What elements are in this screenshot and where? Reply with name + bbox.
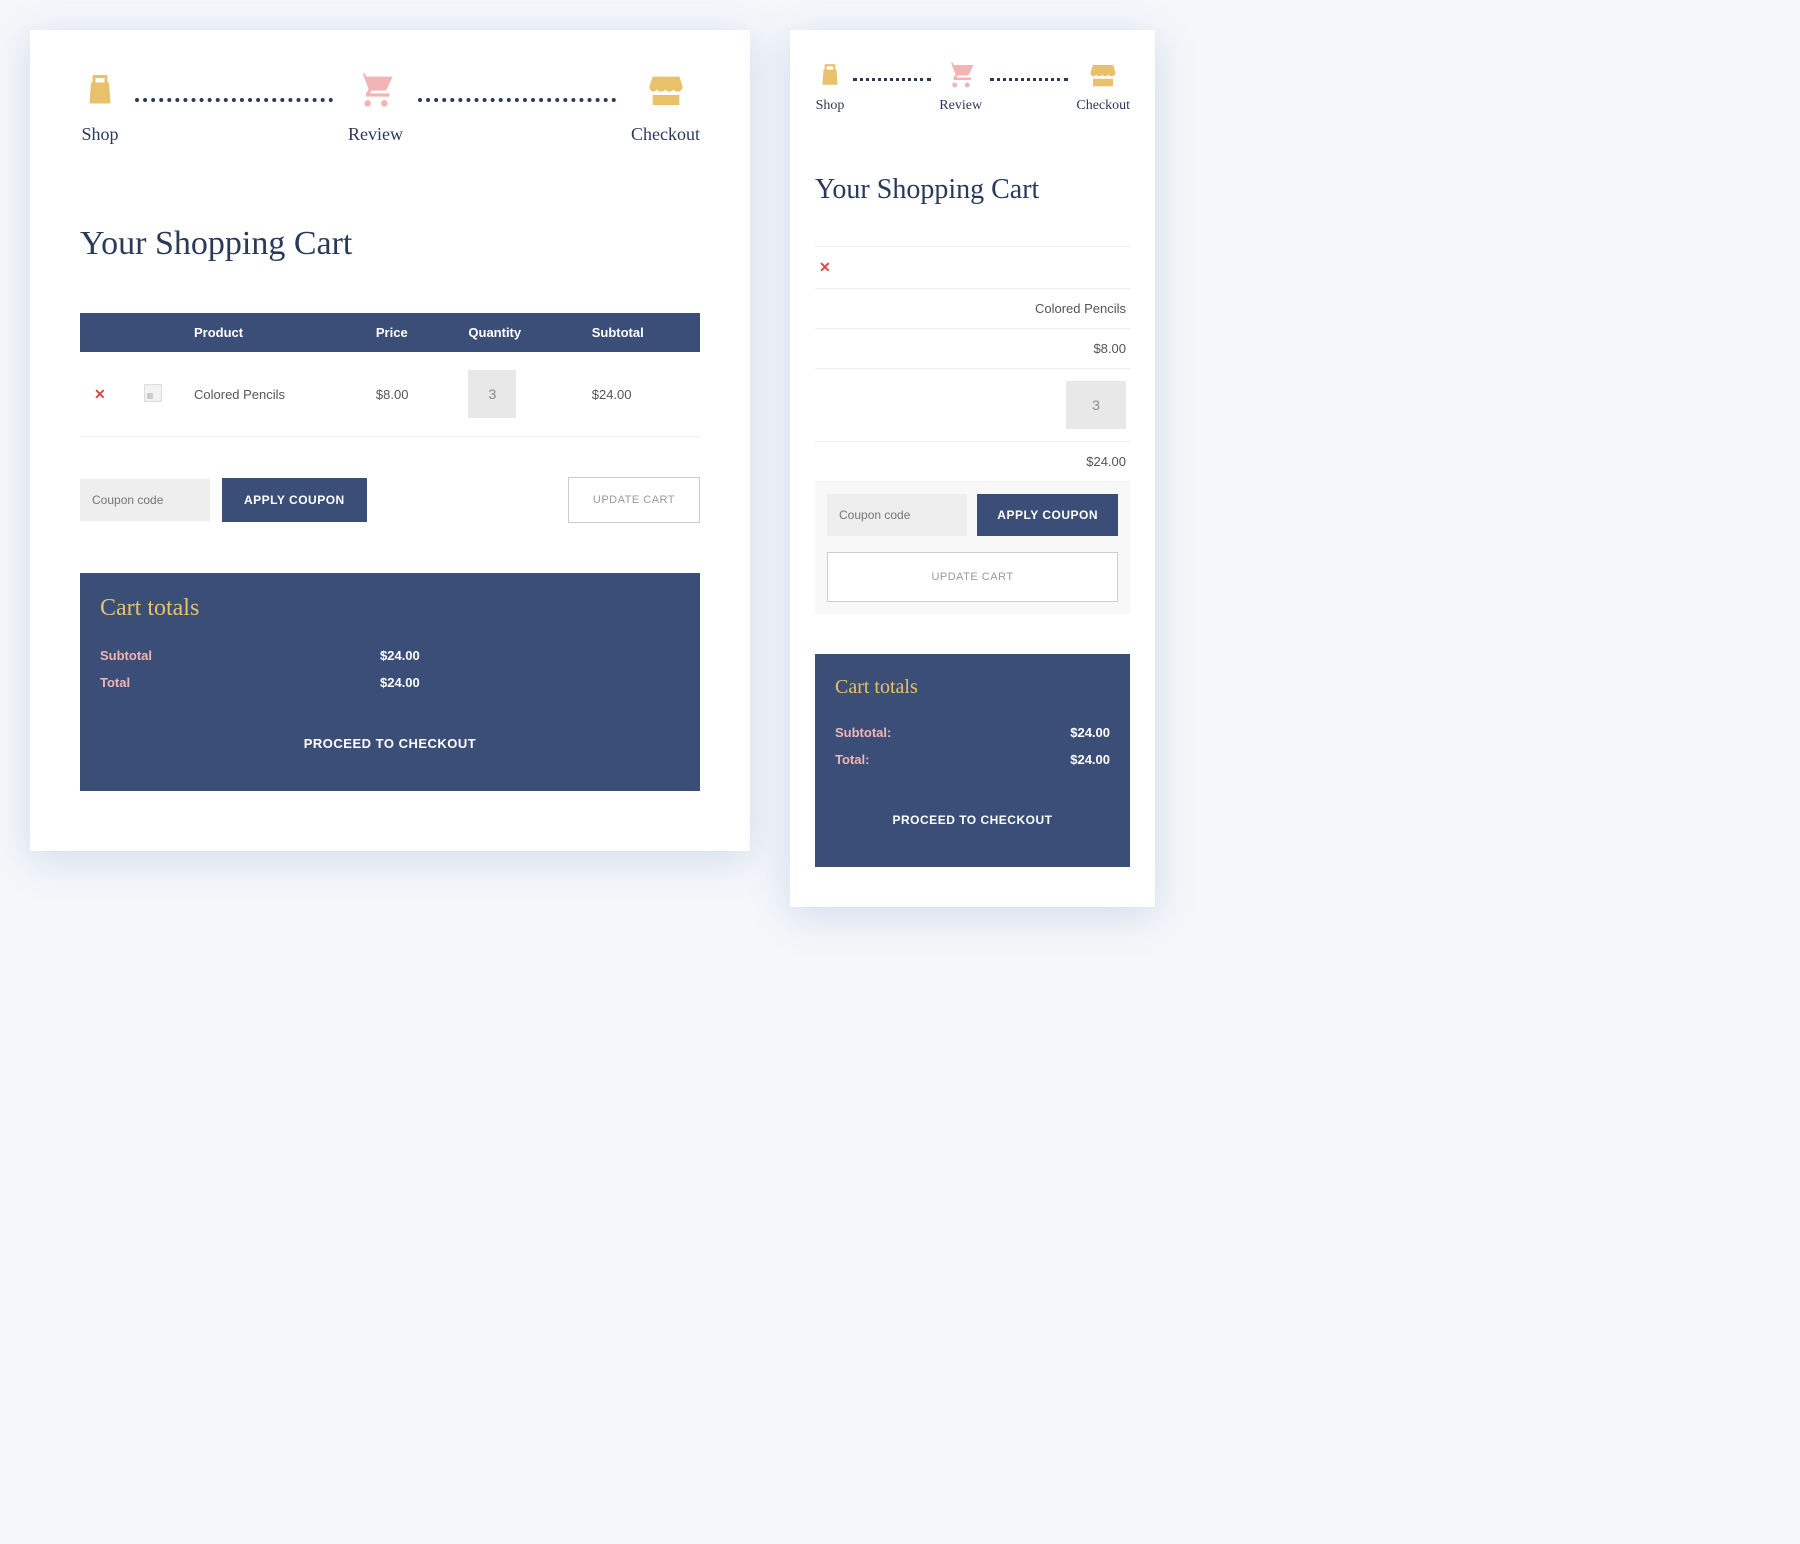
quantity-input[interactable]: [1066, 381, 1126, 429]
coupon-input[interactable]: [827, 494, 967, 536]
cart-totals: Cart totals Subtotal $24.00 Total $24.00…: [80, 573, 700, 791]
step-label: Shop: [816, 98, 845, 114]
quantity-row: [815, 369, 1130, 442]
update-cart-button[interactable]: UPDATE CART: [827, 552, 1118, 602]
update-cart-button[interactable]: UPDATE CART: [568, 477, 700, 523]
col-price: Price: [362, 313, 455, 352]
subtotal-label: Subtotal:: [835, 725, 1070, 740]
apply-coupon-button[interactable]: APPLY COUPON: [977, 494, 1118, 536]
proceed-checkout-button[interactable]: PROCEED TO CHECKOUT: [893, 813, 1053, 827]
step-label: Review: [348, 124, 403, 145]
storefront-icon: [1088, 60, 1118, 90]
step-label: Checkout: [631, 124, 700, 145]
total-value: $24.00: [1070, 752, 1110, 767]
totals-total-row: Total: $24.00: [835, 746, 1110, 773]
coupon-input[interactable]: [80, 479, 210, 521]
progress-steps: Shop Review Checkout: [815, 60, 1130, 114]
cart-table: Product Price Quantity Subtotal ✕ Colore…: [80, 313, 700, 437]
cart-icon: [946, 60, 976, 90]
cart-totals: Cart totals Subtotal: $24.00 Total: $24.…: [815, 654, 1130, 867]
item-subtotal: $24.00: [578, 352, 700, 437]
cart-actions: APPLY COUPON UPDATE CART: [815, 482, 1130, 614]
step-shop[interactable]: Shop: [815, 60, 845, 114]
bag-icon: [815, 60, 845, 90]
totals-title: Cart totals: [100, 595, 680, 622]
subtotal-label: Subtotal: [100, 648, 380, 663]
totals-title: Cart totals: [835, 676, 1110, 699]
step-review[interactable]: Review: [348, 70, 403, 145]
progress-steps: Shop Review Checkout: [80, 70, 700, 145]
total-label: Total: [100, 675, 380, 690]
remove-item-button[interactable]: ✕: [819, 259, 831, 275]
cart-page-mobile: Shop Review Checkout Your Shopping Cart …: [790, 30, 1155, 907]
product-thumb[interactable]: [144, 384, 162, 402]
step-divider: [418, 98, 616, 102]
cart-item-mobile: ✕ Colored Pencils $8.00 $24.00 APPLY COU…: [815, 246, 1130, 614]
item-name[interactable]: Colored Pencils: [815, 289, 1130, 329]
cart-page-desktop: Shop Review Checkout Your Shopping Cart …: [30, 30, 750, 851]
quantity-input[interactable]: [468, 370, 516, 418]
proceed-checkout-button[interactable]: PROCEED TO CHECKOUT: [304, 736, 477, 751]
subtotal-value: $24.00: [1070, 725, 1110, 740]
step-checkout[interactable]: Checkout: [1076, 60, 1130, 114]
step-divider: [135, 98, 333, 102]
step-divider: [853, 78, 931, 81]
step-label: Checkout: [1076, 98, 1130, 114]
page-title: Your Shopping Cart: [815, 174, 1130, 206]
total-value: $24.00: [380, 675, 420, 690]
storefront-icon: [646, 70, 686, 110]
col-product: Product: [180, 313, 362, 352]
col-subtotal: Subtotal: [578, 313, 700, 352]
totals-subtotal-row: Subtotal: $24.00: [835, 719, 1110, 746]
table-row: ✕ Colored Pencils $8.00 $24.00: [80, 352, 700, 437]
step-shop[interactable]: Shop: [80, 70, 120, 145]
item-price: $8.00: [362, 352, 455, 437]
step-review[interactable]: Review: [939, 60, 982, 114]
page-title: Your Shopping Cart: [80, 225, 700, 263]
col-quantity: Quantity: [454, 313, 577, 352]
step-checkout[interactable]: Checkout: [631, 70, 700, 145]
apply-coupon-button[interactable]: APPLY COUPON: [222, 478, 367, 522]
step-divider: [990, 78, 1068, 81]
remove-row: ✕: [815, 246, 1130, 289]
bag-icon: [80, 70, 120, 110]
cart-icon: [356, 70, 396, 110]
totals-total-row: Total $24.00: [100, 669, 680, 696]
step-label: Review: [939, 98, 982, 114]
totals-subtotal-row: Subtotal $24.00: [100, 642, 680, 669]
remove-item-button[interactable]: ✕: [94, 386, 106, 402]
cart-actions: APPLY COUPON UPDATE CART: [80, 477, 700, 523]
item-name[interactable]: Colored Pencils: [180, 352, 362, 437]
item-price: $8.00: [815, 329, 1130, 369]
step-label: Shop: [81, 124, 118, 145]
item-subtotal: $24.00: [815, 442, 1130, 482]
subtotal-value: $24.00: [380, 648, 420, 663]
total-label: Total:: [835, 752, 1070, 767]
